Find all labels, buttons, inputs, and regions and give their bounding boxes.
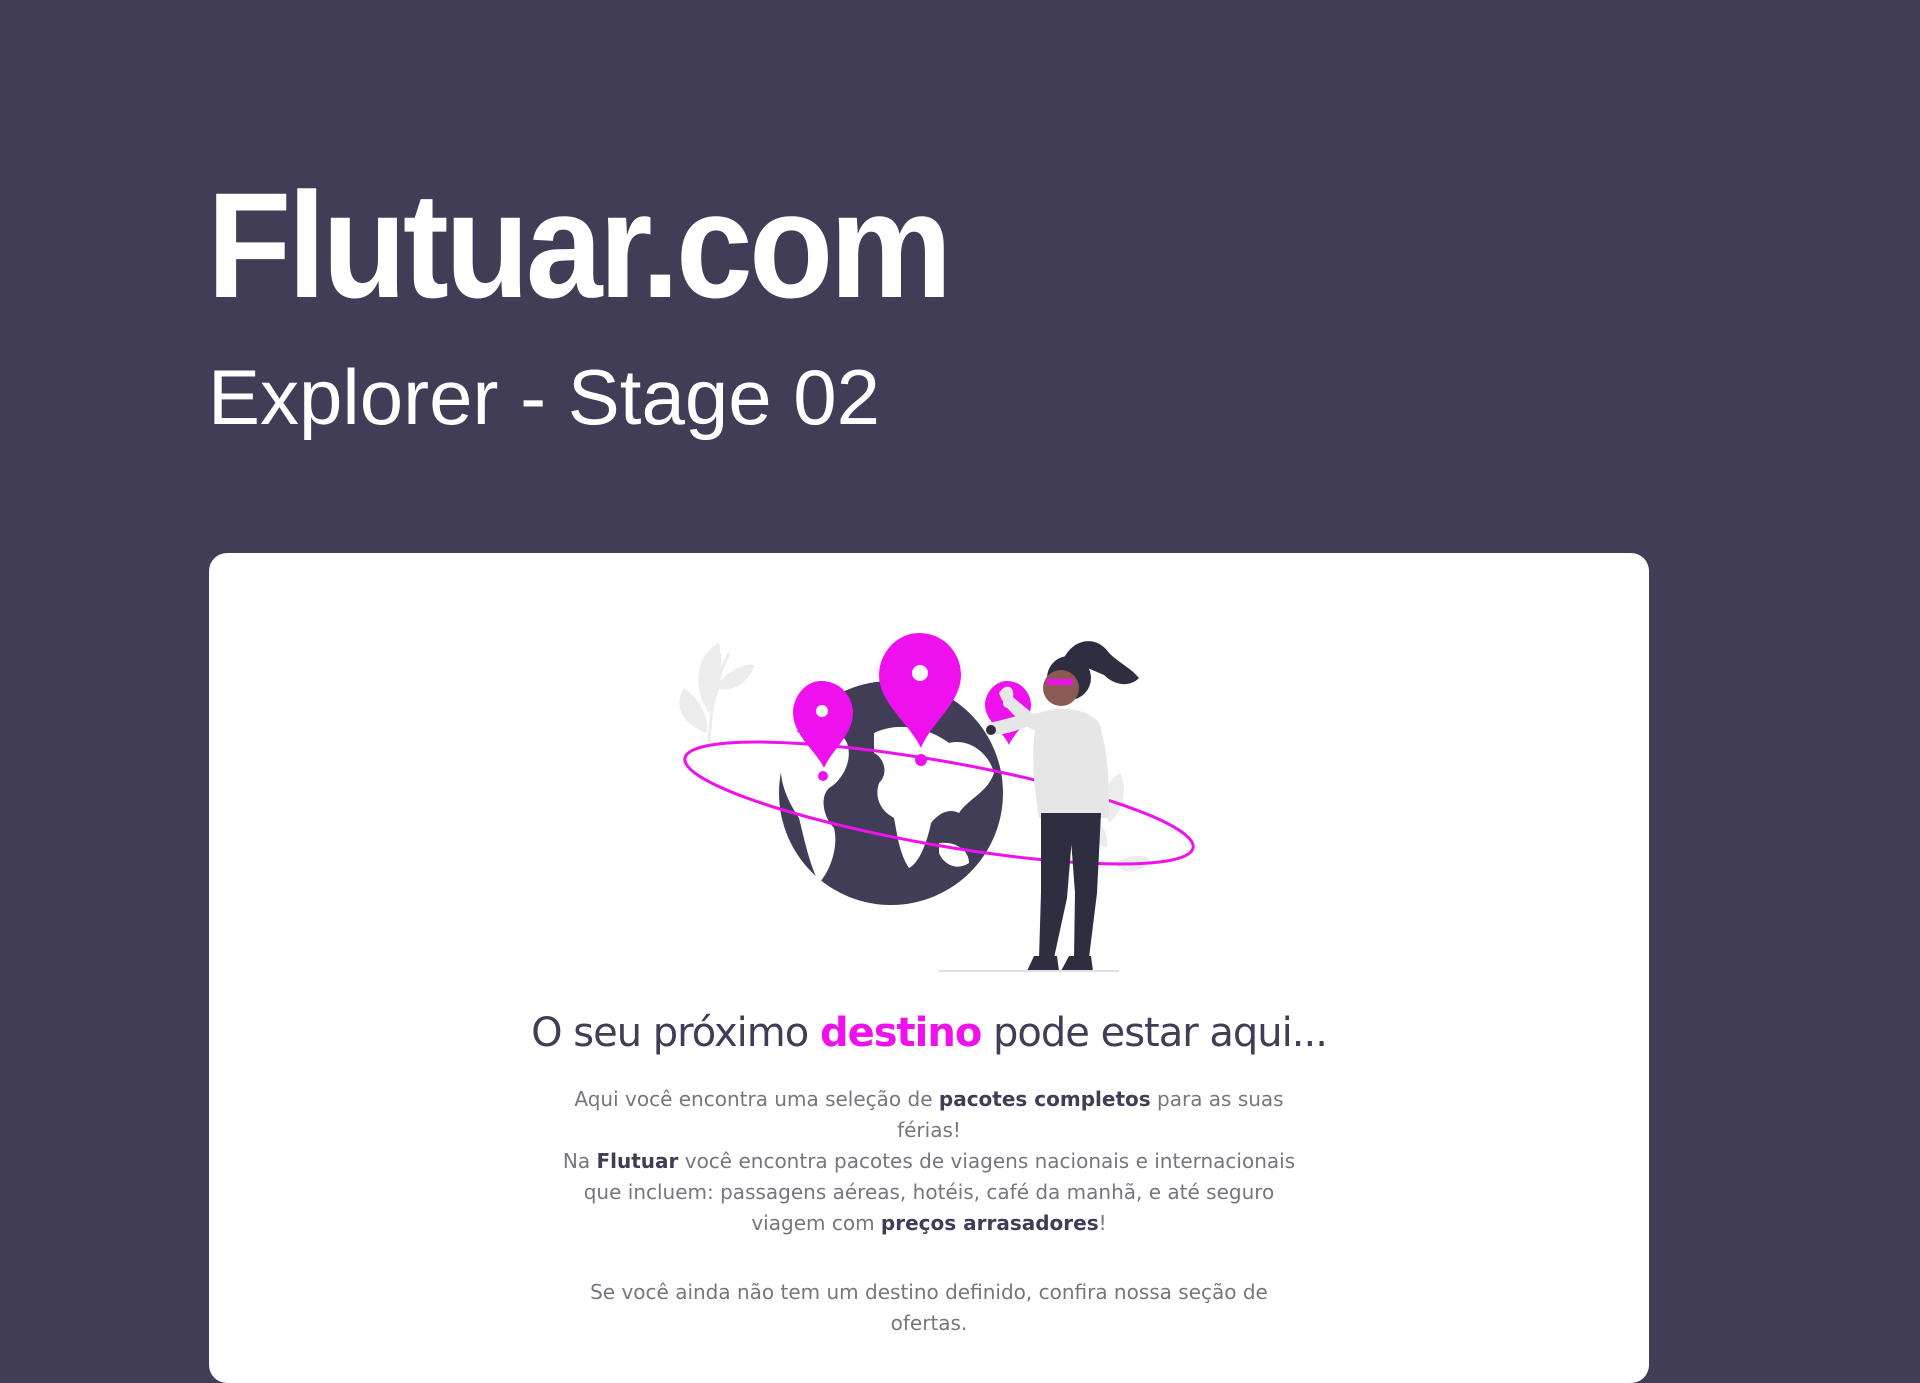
headline-part: O seu próximo — [531, 1010, 820, 1056]
details-paragraph: Na Flutuar você encontra pacotes de viag… — [549, 1146, 1309, 1239]
offers-paragraph: Se você ainda não tem um destino definid… — [590, 1280, 1268, 1335]
preview-card: O seu próximo destino pode estar aqui...… — [209, 553, 1649, 1383]
woman-with-globe-and-pins-illustration — [679, 633, 1195, 972]
text-span: ! — [1098, 1211, 1107, 1235]
headline-part: pode estar aqui... — [981, 1010, 1328, 1056]
bold-text: Flutuar — [596, 1149, 679, 1173]
leaf-decoration-left — [679, 643, 755, 744]
bold-text: preços arrasadores — [880, 1211, 1099, 1235]
intro-paragraph: Aqui você encontra uma seleção de pacote… — [549, 1084, 1309, 1146]
text-span: Aqui você encontra uma seleção de — [574, 1087, 939, 1111]
page-title: Flutuar.com — [207, 161, 952, 329]
headline-accent: destino — [819, 1010, 982, 1056]
text-span: Na — [562, 1149, 597, 1173]
bold-text: pacotes completos — [938, 1087, 1151, 1111]
headline: O seu próximo destino pode estar aqui... — [209, 1010, 1649, 1056]
page-subtitle: Explorer - Stage 02 — [208, 353, 881, 441]
